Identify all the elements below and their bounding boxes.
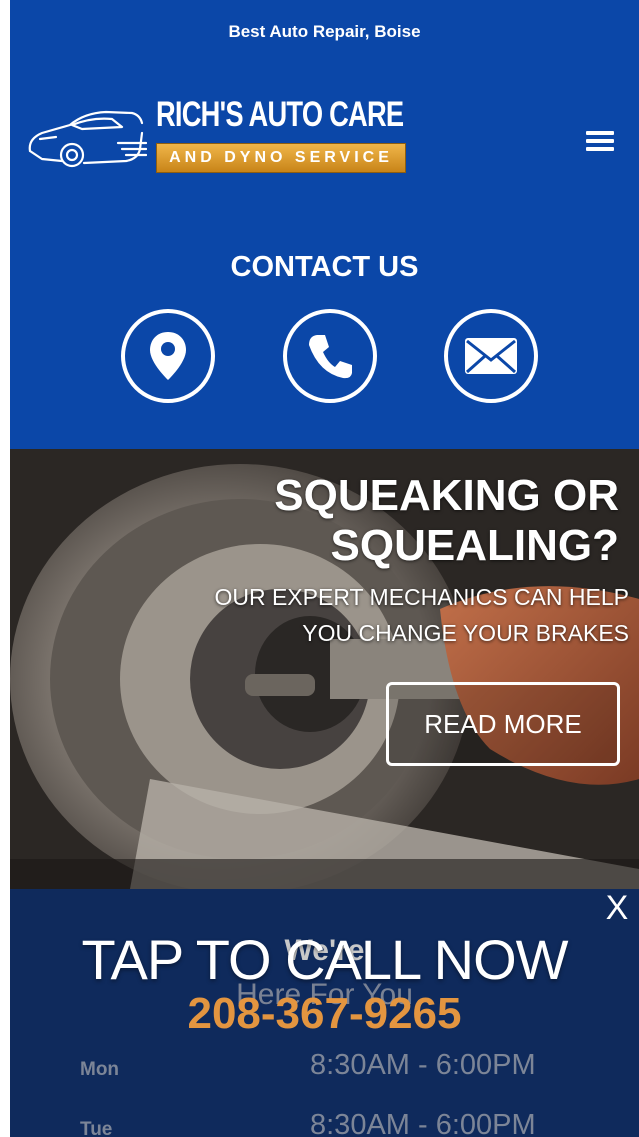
phone-number-link[interactable]: 208-367-9265: [10, 989, 639, 1039]
location-button[interactable]: [121, 309, 215, 403]
hero-subtext: OUR EXPERT MECHANICS CAN HELP YOU CHANGE…: [109, 579, 629, 651]
hero-subtext-line1: OUR EXPERT MECHANICS CAN HELP: [214, 584, 629, 610]
hamburger-menu-icon[interactable]: [582, 127, 618, 155]
call-now-overlay-region: We're Here For You Mon 8:30AM - 6:00PM T…: [10, 889, 639, 1137]
contact-icons-row: [10, 309, 639, 409]
page-frame: Best Auto Repair, Boise RICH'S AUTO CARE…: [10, 0, 639, 1137]
phone-button[interactable]: [283, 309, 377, 403]
tap-to-call-heading[interactable]: TAP TO CALL NOW: [10, 927, 639, 992]
hero-subtext-line2: YOU CHANGE YOUR BRAKES: [302, 620, 629, 646]
hero-headline-line2: SQUEALING?: [330, 521, 619, 570]
header-tagline: Best Auto Repair, Boise: [228, 22, 421, 41]
logo-title: RICH'S AUTO CARE: [156, 95, 404, 134]
phone-icon: [309, 335, 352, 379]
email-button[interactable]: [444, 309, 538, 403]
site-logo[interactable]: RICH'S AUTO CARE AND DYNO SERVICE: [22, 95, 406, 185]
tap-to-call-overlay[interactable]: TAP TO CALL NOW 208-367-9265: [10, 889, 639, 1137]
logo-subtitle: AND DYNO SERVICE: [156, 143, 406, 173]
hero-banner: SQUEAKING OR SQUEALING? OUR EXPERT MECHA…: [10, 449, 639, 889]
read-more-button[interactable]: READ MORE: [386, 682, 620, 766]
car-logo-icon: [28, 110, 147, 168]
hero-headline-line1: SQUEAKING OR: [274, 471, 619, 520]
map-pin-icon: [150, 332, 186, 380]
hero-headline: SQUEAKING OR SQUEALING?: [99, 471, 619, 571]
contact-us-heading: CONTACT US: [230, 251, 419, 283]
envelope-icon: [465, 338, 517, 374]
close-overlay-button[interactable]: X: [600, 889, 634, 928]
